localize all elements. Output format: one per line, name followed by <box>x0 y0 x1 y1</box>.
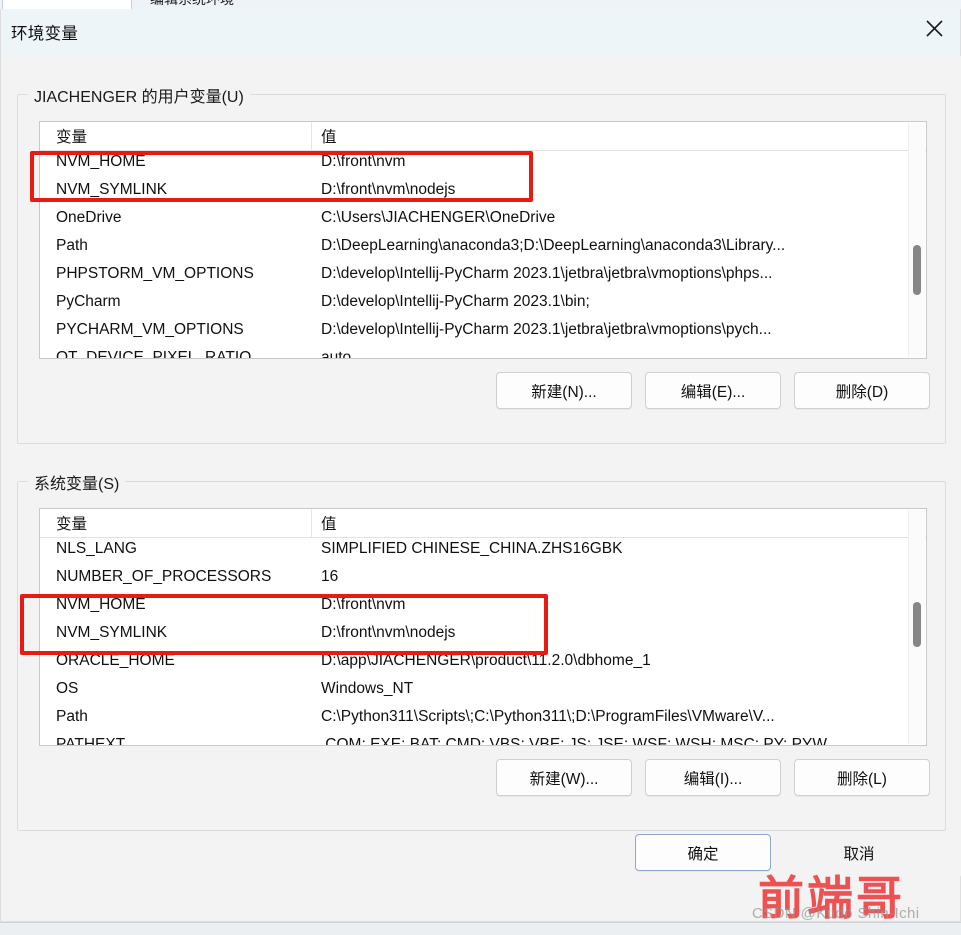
system-variables-table[interactable]: 变量 值 NLS_LANG SIMPLIFIED CHINESE_CHINA.Z… <box>39 508 927 746</box>
variable-name: PATHEXT <box>56 736 126 746</box>
dialog-body: JIACHENGER 的用户变量(U) 变量 值 NVM_HOME D:\fro… <box>1 56 961 876</box>
variable-name: ORACLE_HOME <box>56 652 175 669</box>
system-variables-legend: 系统变量(S) <box>28 470 126 494</box>
delete-system-variable-button[interactable]: 删除(L) <box>794 759 930 796</box>
variable-name: NVM_HOME <box>56 596 146 613</box>
dialog-title: 环境变量 <box>11 25 79 43</box>
variable-value: D:\front\nvm <box>321 596 406 613</box>
dialog-titlebar: 环境变量 <box>1 9 960 56</box>
variable-value: auto <box>321 349 352 359</box>
user-variables-group: JIACHENGER 的用户变量(U) 变量 值 NVM_HOME D:\fro… <box>17 83 946 444</box>
system-variables-table-header: 变量 值 <box>40 509 926 538</box>
background-window-title: 编辑系统环境 <box>150 0 234 9</box>
user-variables-table-header: 变量 值 <box>40 122 926 151</box>
column-header-value[interactable]: 值 <box>321 125 337 147</box>
variable-name: Path <box>56 708 88 725</box>
scrollbar-thumb[interactable] <box>913 602 921 647</box>
ok-button[interactable]: 确定 <box>635 834 771 871</box>
table-row[interactable]: NVM_HOME D:\front\nvm <box>40 151 926 179</box>
variable-value: D:\front\nvm\nodejs <box>321 624 456 641</box>
variable-name: PYCHARM_VM_OPTIONS <box>56 321 244 338</box>
variable-name: NVM_SYMLINK <box>56 624 168 641</box>
variable-name: NLS_LANG <box>56 540 137 557</box>
table-row[interactable]: NVM_SYMLINK D:\front\nvm\nodejs <box>40 179 926 207</box>
column-divider[interactable] <box>311 509 312 537</box>
variable-value: D:\develop\Intellij-PyCharm 2023.1\jetbr… <box>321 321 772 338</box>
table-row[interactable]: PHPSTORM_VM_OPTIONS D:\develop\Intellij-… <box>40 263 926 291</box>
column-header-variable[interactable]: 变量 <box>56 125 87 147</box>
table-row[interactable]: ORACLE_HOME D:\app\JIACHENGER\product\11… <box>40 650 926 678</box>
environment-variables-dialog: 环境变量 JIACHENGER 的用户变量(U) 变量 值 NVM_HOME D… <box>0 9 961 922</box>
user-variables-legend: JIACHENGER 的用户变量(U) <box>28 83 250 107</box>
variable-value: D:\app\JIACHENGER\product\11.2.0\dbhome_… <box>321 652 651 669</box>
variable-value: D:\DeepLearning\anaconda3;D:\DeepLearnin… <box>321 237 786 254</box>
table-row[interactable]: NVM_SYMLINK D:\front\nvm\nodejs <box>40 622 926 650</box>
user-variables-scrollbar[interactable] <box>908 123 925 357</box>
bottom-strip <box>0 922 961 935</box>
variable-name: Path <box>56 237 88 254</box>
variable-name: OneDrive <box>56 209 122 226</box>
column-header-value[interactable]: 值 <box>321 512 337 534</box>
variable-value: D:\develop\Intellij-PyCharm 2023.1\bin; <box>321 293 590 310</box>
variable-name: NVM_SYMLINK <box>56 181 168 198</box>
column-header-variable[interactable]: 变量 <box>56 512 87 534</box>
system-variables-rows: NLS_LANG SIMPLIFIED CHINESE_CHINA.ZHS16G… <box>40 538 926 746</box>
table-row[interactable]: NLS_LANG SIMPLIFIED CHINESE_CHINA.ZHS16G… <box>40 538 926 566</box>
variable-value: D:\front\nvm\nodejs <box>321 181 456 198</box>
table-row[interactable]: Path D:\DeepLearning\anaconda3;D:\DeepLe… <box>40 235 926 263</box>
close-icon[interactable] <box>908 9 960 48</box>
variable-name: NUMBER_OF_PROCESSORS <box>56 568 272 585</box>
table-row[interactable]: PATHEXT .COM;.EXE;.BAT;.CMD;.VBS;.VBE;.J… <box>40 734 926 746</box>
table-row[interactable]: QT_DEVICE_PIXEL_RATIO auto <box>40 347 926 359</box>
edit-system-variable-button[interactable]: 编辑(I)... <box>645 759 781 796</box>
variable-name: OS <box>56 680 79 697</box>
variable-value: C:\Python311\Scripts\;C:\Python311\;D:\P… <box>321 708 775 725</box>
variable-name: PyCharm <box>56 293 121 310</box>
new-user-variable-button[interactable]: 新建(N)... <box>496 372 632 409</box>
new-system-variable-button[interactable]: 新建(W)... <box>496 759 632 796</box>
variable-name: PHPSTORM_VM_OPTIONS <box>56 265 254 282</box>
table-row[interactable]: OneDrive C:\Users\JIACHENGER\OneDrive <box>40 207 926 235</box>
table-row[interactable]: NUMBER_OF_PROCESSORS 16 <box>40 566 926 594</box>
table-row[interactable]: PYCHARM_VM_OPTIONS D:\develop\Intellij-P… <box>40 319 926 347</box>
scrollbar-thumb[interactable] <box>913 245 921 295</box>
system-variables-group: 系统变量(S) 变量 值 NLS_LANG SIMPLIFIED CHINESE… <box>17 470 946 831</box>
table-row[interactable]: PyCharm D:\develop\Intellij-PyCharm 2023… <box>40 291 926 319</box>
variable-name: NVM_HOME <box>56 153 146 170</box>
cancel-button[interactable]: 取消 <box>791 834 927 871</box>
table-row[interactable]: Path C:\Python311\Scripts\;C:\Python311\… <box>40 706 926 734</box>
variable-value: SIMPLIFIED CHINESE_CHINA.ZHS16GBK <box>321 540 623 557</box>
table-row[interactable]: OS Windows_NT <box>40 678 926 706</box>
variable-value: 16 <box>321 568 339 585</box>
user-variables-rows: NVM_HOME D:\front\nvm NVM_SYMLINK D:\fro… <box>40 151 926 359</box>
system-variables-scrollbar[interactable] <box>908 510 925 744</box>
variable-name: QT_DEVICE_PIXEL_RATIO <box>56 349 252 359</box>
variable-value: Windows_NT <box>321 680 414 697</box>
user-variables-table[interactable]: 变量 值 NVM_HOME D:\front\nvm NVM_SYMLINK D… <box>39 121 927 359</box>
table-row[interactable]: NVM_HOME D:\front\nvm <box>40 594 926 622</box>
delete-user-variable-button[interactable]: 删除(D) <box>794 372 930 409</box>
variable-value: D:\front\nvm <box>321 153 406 170</box>
variable-value: .COM;.EXE;.BAT;.CMD;.VBS;.VBE;.JS;.JSE;.… <box>321 736 827 746</box>
variable-value: C:\Users\JIACHENGER\OneDrive <box>321 209 556 226</box>
edit-user-variable-button[interactable]: 编辑(E)... <box>645 372 781 409</box>
column-divider[interactable] <box>311 122 312 150</box>
variable-value: D:\develop\Intellij-PyCharm 2023.1\jetbr… <box>321 265 773 282</box>
